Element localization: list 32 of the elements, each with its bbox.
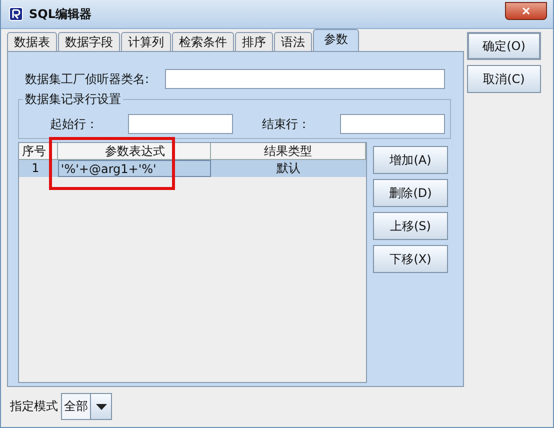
- field-label: 起始行：: [50, 116, 99, 132]
- table-button[interactable]: 下移(X): [373, 245, 448, 273]
- field-label: 数据集工厂侦听器类名:: [25, 70, 150, 88]
- window-title: SQL编辑器: [29, 6, 92, 22]
- tab[interactable]: 数据表: [7, 32, 57, 51]
- field-label: 结束行：: [262, 116, 311, 132]
- mode-label: 指定模式: [10, 398, 58, 415]
- tab[interactable]: 检索条件: [172, 32, 234, 51]
- tab[interactable]: 排序: [235, 32, 273, 51]
- dropdown-arrow-icon: [96, 404, 106, 410]
- table-cell-text: 默认: [276, 160, 302, 177]
- table-button[interactable]: 增加(A): [373, 146, 448, 174]
- table-row[interactable]: 1 '%'+@arg1+'%' 默认: [19, 160, 366, 177]
- dialog-button[interactable]: 取消(C): [467, 65, 541, 93]
- tab[interactable]: 计算列: [121, 32, 171, 51]
- tab[interactable]: 数据字段: [58, 32, 120, 51]
- table-button[interactable]: 删除(D): [373, 179, 448, 207]
- column-header[interactable]: 结果类型: [211, 143, 366, 160]
- column-header[interactable]: 序号: [19, 143, 58, 160]
- table-cell-text: 1: [30, 160, 40, 177]
- group-title: 数据集记录行设置: [23, 92, 123, 106]
- input-field[interactable]: [128, 114, 233, 134]
- table-cell: '%'+@arg1+'%': [58, 160, 212, 177]
- app-icon: [9, 7, 23, 21]
- input-field[interactable]: [165, 69, 445, 89]
- mode-dropdown[interactable]: 全部: [61, 393, 112, 420]
- tab[interactable]: 参数: [313, 29, 359, 51]
- tab[interactable]: 语法: [274, 32, 312, 51]
- column-header[interactable]: 参数表达式: [58, 143, 212, 160]
- table-button[interactable]: 上移(S): [373, 212, 448, 240]
- input-field[interactable]: [340, 114, 445, 134]
- dialog-button[interactable]: 确定(O): [467, 32, 541, 60]
